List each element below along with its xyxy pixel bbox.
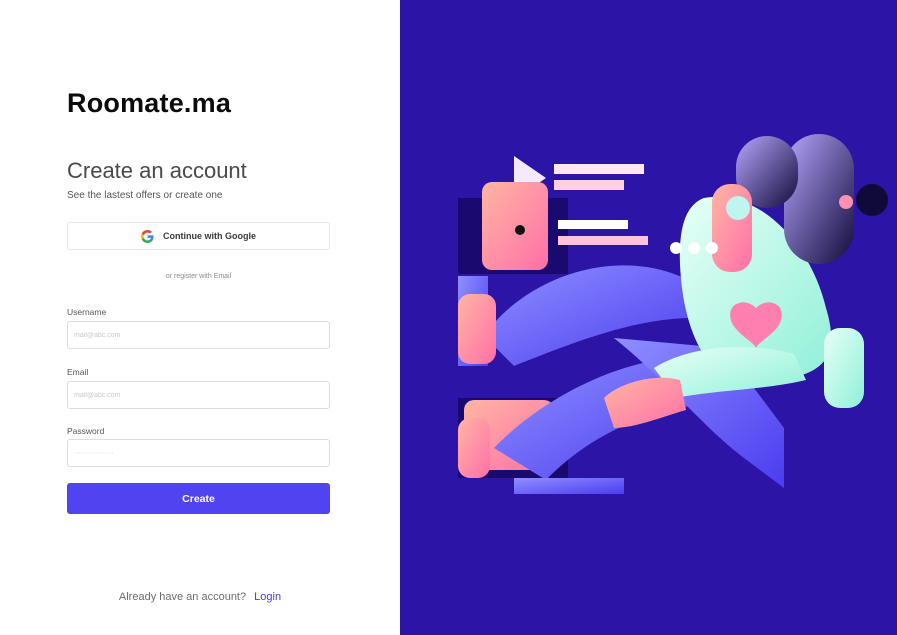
username-input[interactable]	[67, 321, 330, 349]
google-g-icon	[141, 229, 154, 243]
password-input[interactable]	[67, 439, 330, 467]
dot-shape-3	[706, 242, 718, 254]
google-signin-label: Continue with Google	[163, 231, 256, 241]
page-subtitle: See the lastest offers or create one	[67, 190, 223, 201]
signup-panel: Roomate.ma Create an account See the las…	[0, 0, 400, 635]
email-divider-text: or register with Email	[165, 273, 232, 280]
login-link[interactable]: Login	[254, 591, 281, 603]
face-shape	[712, 184, 752, 272]
pink-block-top	[482, 182, 548, 270]
brand-logo: Roomate.ma	[67, 88, 232, 118]
google-signin-button[interactable]: Continue with Google	[67, 222, 330, 250]
bar-shape-3	[558, 220, 628, 229]
dot-shape-2	[688, 242, 700, 254]
login-prompt-text: Already have an account?	[118, 591, 247, 603]
login-prompt: Already have an account? Login	[0, 591, 400, 603]
bar-shape-4	[558, 236, 648, 245]
earring-shape	[726, 196, 750, 220]
username-label: Username	[67, 307, 107, 317]
illustration-panel	[400, 0, 897, 635]
dot-shape-1	[670, 242, 682, 254]
hair-tie-shape	[839, 195, 853, 209]
elbow-shape	[824, 328, 864, 408]
password-label: Password	[67, 426, 105, 436]
shoe-shape-bottom	[458, 418, 490, 478]
email-label: Email	[67, 367, 89, 377]
page-title: Create an account	[67, 158, 247, 183]
hair-bun-shape	[856, 184, 888, 216]
bar-shape-1	[554, 164, 644, 174]
bar-shape-2	[554, 180, 624, 190]
floor-shape	[514, 478, 624, 494]
create-account-button[interactable]: Create	[67, 483, 330, 514]
email-input[interactable]	[67, 381, 330, 409]
dot-shape-top	[515, 225, 525, 235]
person-illustration	[458, 134, 888, 494]
shoe-shape-top	[458, 294, 496, 364]
